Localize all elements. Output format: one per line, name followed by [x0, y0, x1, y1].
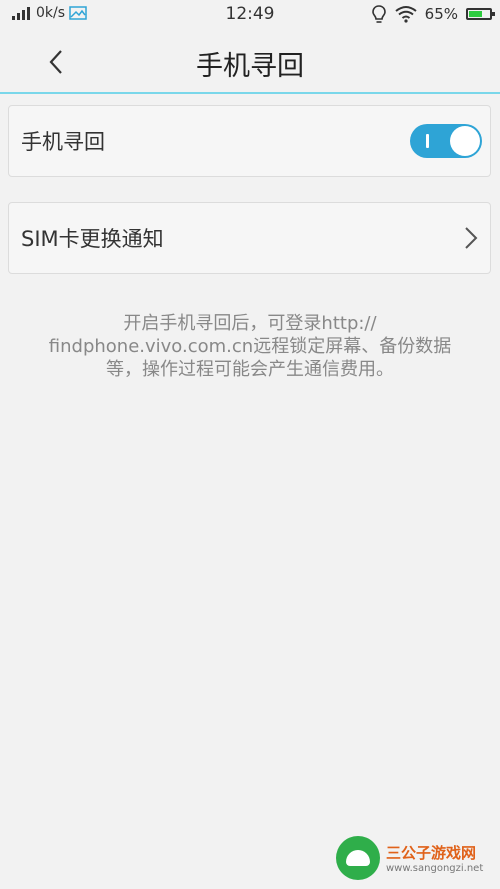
toggle-on-indicator	[426, 134, 429, 148]
status-right: 65%	[371, 4, 495, 24]
info-line-1: 开启手机寻回后，可登录http://	[123, 313, 377, 334]
battery-icon	[466, 8, 495, 20]
watermark-url: www.sangongzi.net	[386, 863, 484, 874]
chevron-right-icon	[465, 227, 478, 249]
toggle-knob	[450, 126, 480, 156]
wifi-icon	[395, 6, 417, 23]
find-phone-toggle[interactable]	[410, 124, 482, 158]
page-title: 手机寻回	[196, 51, 304, 82]
battery-fill	[469, 11, 482, 17]
watermark-title: 三公子游戏网	[386, 844, 477, 862]
lightbulb-icon	[371, 5, 386, 23]
status-bar: 0k/s 12:49 65%	[0, 0, 500, 30]
header: 手机寻回	[0, 30, 500, 94]
sim-notify-label: SIM卡更换通知	[21, 227, 164, 251]
watermark-text: 三公子游戏网 www.sangongzi.net	[386, 842, 483, 874]
info-line-2: findphone.vivo.com.cn远程锁定屏幕、备份数据	[48, 336, 452, 357]
watermark-logo-icon	[336, 836, 380, 880]
sim-notify-row[interactable]: SIM卡更换通知	[8, 202, 491, 274]
info-text: 开启手机寻回后，可登录http:// findphone.vivo.com.cn…	[30, 312, 470, 381]
watermark: 三公子游戏网 www.sangongzi.net	[336, 831, 496, 885]
info-line-3: 等，操作过程可能会产生通信费用。	[106, 359, 394, 380]
battery-percent: 65%	[424, 5, 458, 23]
find-phone-row[interactable]: 手机寻回	[8, 105, 491, 177]
find-phone-label: 手机寻回	[21, 130, 105, 154]
